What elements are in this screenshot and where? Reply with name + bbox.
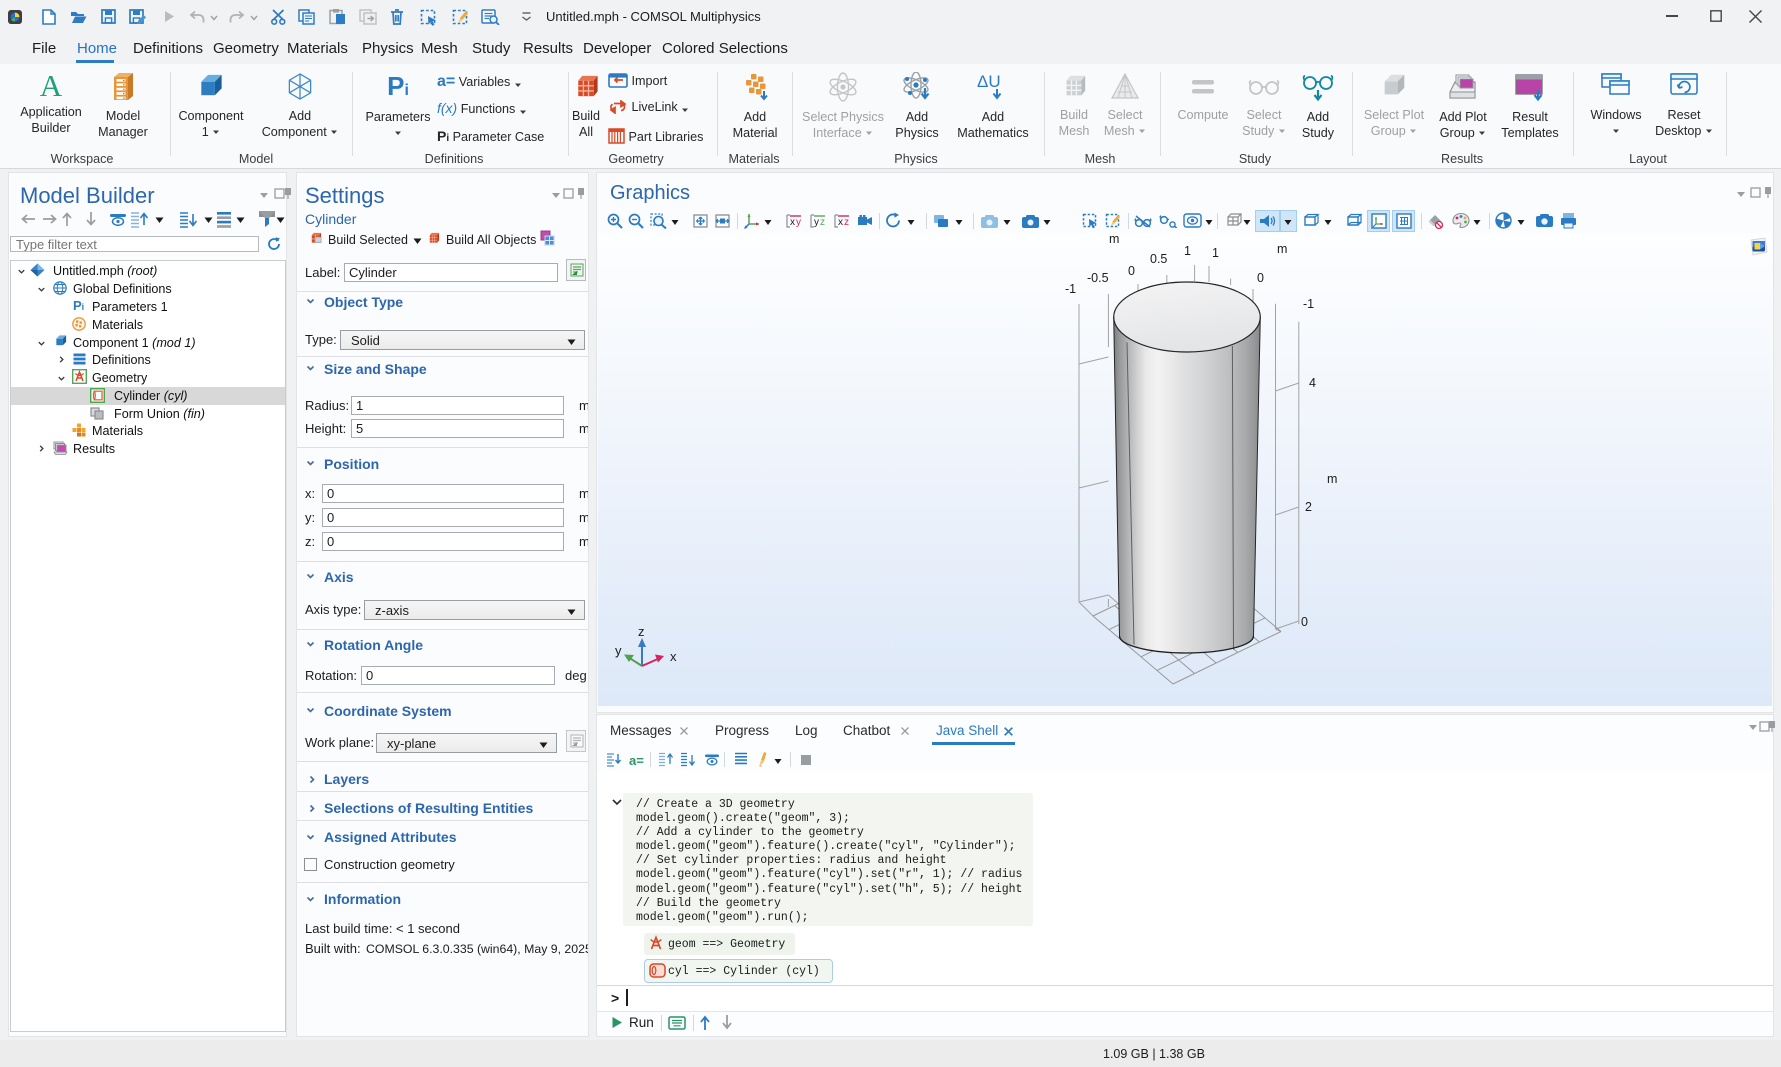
svg-text:m: m xyxy=(1327,472,1337,486)
svg-text:-1: -1 xyxy=(1065,282,1076,296)
svg-text:z: z xyxy=(638,624,645,639)
svg-text:z: z xyxy=(820,217,825,228)
svg-text:y: y xyxy=(796,217,801,228)
svg-text:y: y xyxy=(814,217,819,228)
svg-text:1: 1 xyxy=(1212,246,1219,260)
svg-text:x: x xyxy=(838,217,843,228)
svg-text:0: 0 xyxy=(1257,271,1264,285)
svg-text:4: 4 xyxy=(1309,376,1316,390)
svg-text:m: m xyxy=(1277,242,1287,256)
svg-text:z: z xyxy=(844,217,849,228)
svg-text:y: y xyxy=(615,643,622,658)
svg-text:m: m xyxy=(1109,233,1119,246)
svg-text:x: x xyxy=(670,649,677,664)
svg-text:2: 2 xyxy=(1305,500,1312,514)
svg-text:-1: -1 xyxy=(1303,297,1314,311)
svg-text:0: 0 xyxy=(1128,264,1135,278)
svg-text:x: x xyxy=(790,217,795,228)
svg-text:ΔU: ΔU xyxy=(977,72,1001,91)
svg-text:0: 0 xyxy=(1301,615,1308,629)
svg-text:0.5: 0.5 xyxy=(1150,252,1167,266)
svg-text:-0.5: -0.5 xyxy=(1087,271,1109,285)
svg-text:1: 1 xyxy=(1184,244,1191,258)
